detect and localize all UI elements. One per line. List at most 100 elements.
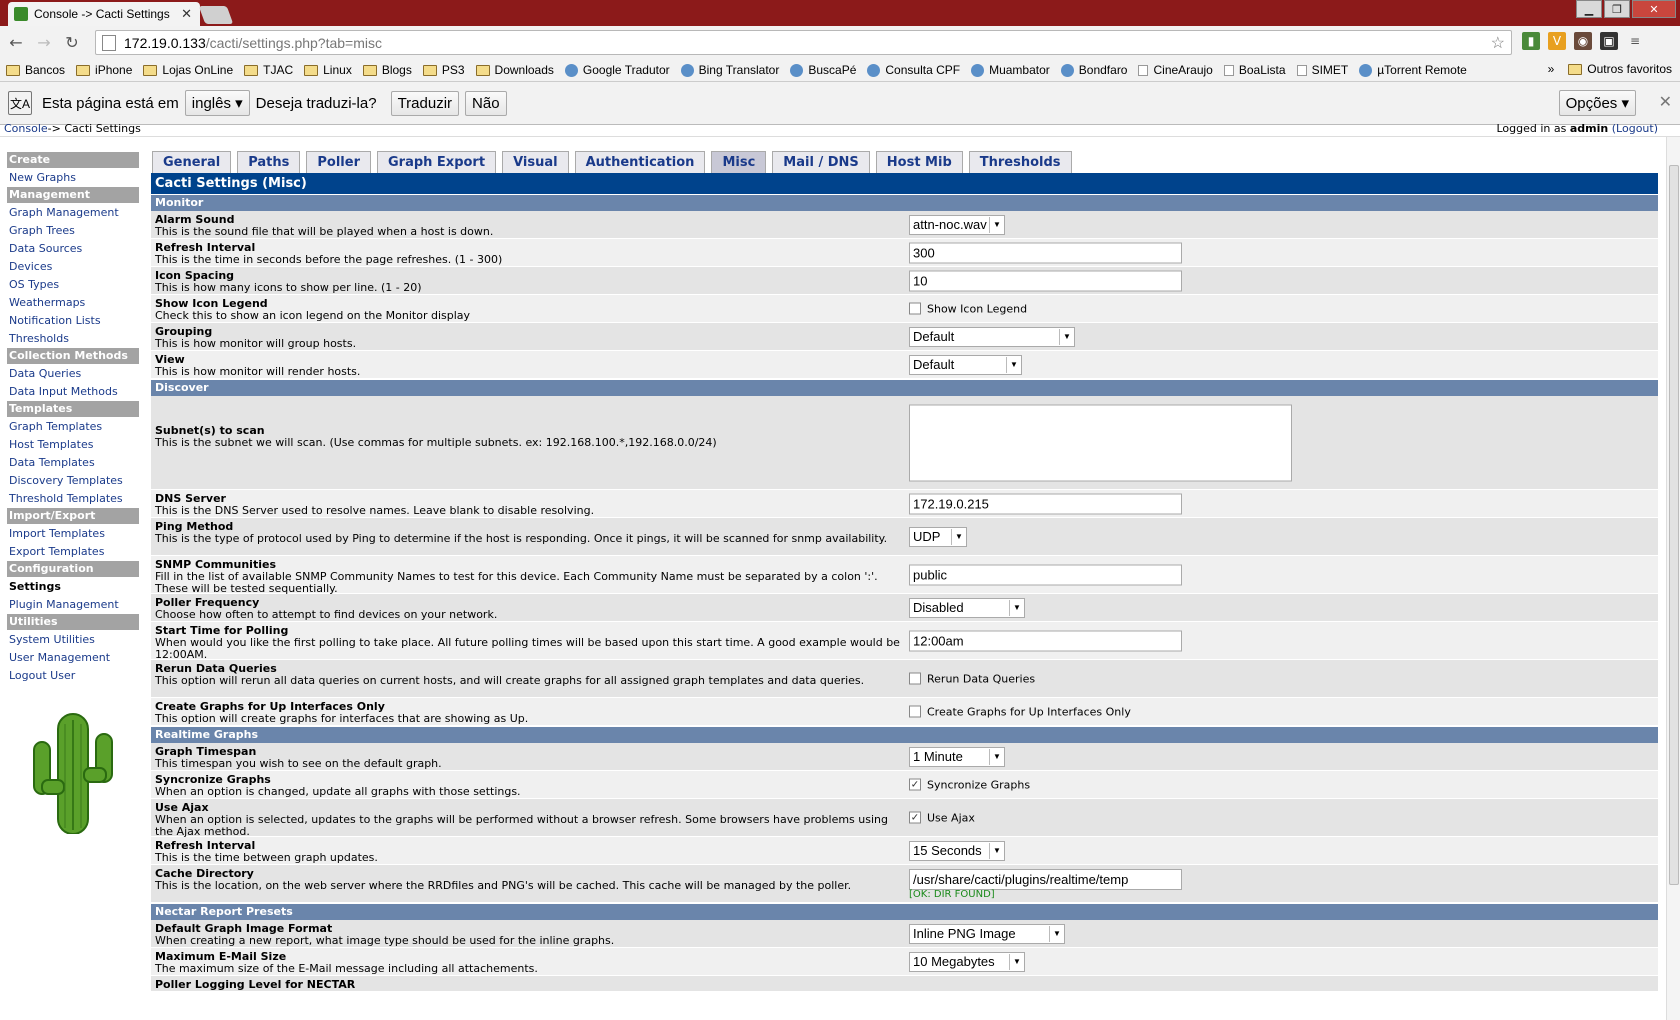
select-dropdown[interactable]: Disabled ▼	[909, 597, 1025, 618]
tab-mail-dns[interactable]: Mail / DNS	[772, 151, 870, 173]
tab-thresholds[interactable]: Thresholds	[968, 151, 1072, 173]
tab-graph-export[interactable]: Graph Export	[376, 151, 497, 173]
more-bookmarks-icon[interactable]: »	[1548, 62, 1555, 76]
bookmark-item[interactable]: Lojas OnLine	[143, 63, 233, 77]
checkbox[interactable]: ✓	[909, 778, 921, 791]
select-dropdown[interactable]: attn-noc.wav ▼	[909, 214, 1005, 235]
text-input[interactable]: 300	[909, 242, 1182, 263]
text-input[interactable]: 172.19.0.215	[909, 493, 1182, 514]
sidebar-item[interactable]: User Management	[7, 649, 139, 667]
tab-visual[interactable]: Visual	[502, 151, 569, 173]
tab-paths[interactable]: Paths	[237, 151, 301, 173]
sidebar-item[interactable]: System Utilities	[7, 631, 139, 649]
bookmark-item[interactable]: Muambator	[971, 63, 1050, 77]
translate-button[interactable]: Traduzir	[390, 90, 460, 116]
address-bar[interactable]: 172.19.0.133/cacti/settings.php?tab=misc…	[95, 30, 1512, 55]
bookmark-item[interactable]: TJAC	[244, 63, 293, 77]
tab-poller[interactable]: Poller	[306, 151, 371, 173]
scrollbar-thumb[interactable]	[1669, 165, 1679, 885]
text-input[interactable]: 10	[909, 270, 1182, 291]
sidebar-item[interactable]: Notification Lists	[7, 312, 139, 330]
bookmark-item[interactable]: CineAraujo	[1138, 63, 1213, 77]
select-dropdown[interactable]: 1 Minute ▼	[909, 746, 1005, 767]
menu-icon[interactable]: ≡	[1626, 32, 1644, 50]
no-translate-button[interactable]: Não	[465, 90, 507, 116]
bookmark-item[interactable]: Linux	[304, 63, 352, 77]
close-translate-icon[interactable]: ✕	[1659, 92, 1672, 112]
sidebar-item[interactable]: Devices	[7, 258, 139, 276]
sidebar-item[interactable]: Logout User	[7, 667, 139, 685]
sidebar-item[interactable]: Plugin Management	[7, 596, 139, 614]
options-button[interactable]: Opções ▾	[1558, 90, 1636, 116]
sidebar-item[interactable]: Import Templates	[7, 525, 139, 543]
window-close-icon[interactable]: ✕	[1632, 0, 1676, 18]
sidebar-item[interactable]: New Graphs	[7, 169, 139, 187]
breadcrumb-console-link[interactable]: Console	[4, 122, 48, 135]
extension-icon[interactable]: ▣	[1600, 32, 1618, 50]
tab-authentication[interactable]: Authentication	[574, 151, 706, 173]
bookmark-item[interactable]: BuscaPé	[790, 63, 856, 77]
checkbox[interactable]	[909, 302, 921, 315]
bookmark-item[interactable]: BoaLista	[1223, 63, 1286, 77]
select-dropdown[interactable]: UDP ▼	[909, 526, 967, 547]
select-dropdown[interactable]: Default ▼	[909, 326, 1075, 347]
select-dropdown[interactable]: 15 Seconds ▼	[909, 840, 1005, 861]
camera-extension-icon[interactable]: ◉	[1574, 32, 1592, 50]
bookmark-item[interactable]: PS3	[422, 63, 465, 77]
sidebar-item[interactable]: Graph Templates	[7, 418, 139, 436]
sidebar-item[interactable]: Weathermaps	[7, 294, 139, 312]
language-select[interactable]: inglês ▾	[184, 90, 250, 116]
scrollbar[interactable]	[1666, 137, 1680, 1020]
checkbox[interactable]	[909, 672, 921, 685]
select-dropdown[interactable]: 10 Megabytes ▼	[909, 951, 1025, 972]
bookmark-item[interactable]: SIMET	[1296, 63, 1348, 77]
bookmark-item[interactable]: Bancos	[6, 63, 65, 77]
sidebar-item[interactable]: Settings	[7, 578, 139, 596]
tab-host-mib[interactable]: Host Mib	[875, 151, 963, 173]
sidebar-item[interactable]: Threshold Templates	[7, 490, 139, 508]
bookmark-item[interactable]: Blogs	[362, 63, 412, 77]
maximize-icon[interactable]: ❐	[1604, 0, 1630, 18]
logout-link[interactable]: (Logout)	[1612, 122, 1658, 135]
extension-icon[interactable]: V	[1548, 32, 1566, 50]
bookmark-item[interactable]: Downloads	[475, 63, 554, 77]
bookmark-item[interactable]: µTorrent Remote	[1359, 63, 1467, 77]
sidebar-item[interactable]: Graph Trees	[7, 222, 139, 240]
tab-misc[interactable]: Misc	[711, 151, 767, 173]
back-icon[interactable]: ←	[4, 31, 28, 55]
reload-icon[interactable]: ↻	[60, 31, 84, 55]
star-icon[interactable]: ☆	[1491, 33, 1505, 53]
bookmark-item[interactable]: iPhone	[76, 63, 132, 77]
sidebar-item[interactable]: Export Templates	[7, 543, 139, 561]
sidebar-item[interactable]: Host Templates	[7, 436, 139, 454]
tab-general[interactable]: General	[152, 151, 232, 173]
sidebar-item[interactable]: Data Queries	[7, 365, 139, 383]
text-input[interactable]: 12:00am	[909, 630, 1182, 651]
sidebar-item[interactable]: Graph Management	[7, 204, 139, 222]
sidebar-item[interactable]: Data Sources	[7, 240, 139, 258]
forward-icon[interactable]: →	[32, 31, 56, 55]
bookmark-item[interactable]: Consulta CPF	[867, 63, 960, 77]
bookmark-item[interactable]: Bing Translator	[680, 63, 779, 77]
textarea-input[interactable]	[909, 404, 1292, 481]
select-dropdown[interactable]: Default ▼	[909, 354, 1022, 375]
new-tab-button[interactable]	[198, 6, 234, 24]
sidebar-item[interactable]: Data Input Methods	[7, 383, 139, 401]
bookmark-item[interactable]: Bondfaro	[1060, 63, 1127, 77]
minimize-icon[interactable]: ▁	[1576, 0, 1602, 18]
text-input[interactable]: /usr/share/cacti/plugins/realtime/temp	[909, 869, 1182, 890]
other-bookmarks[interactable]: » Outros favoritos	[1548, 62, 1672, 76]
checkbox[interactable]: ✓	[909, 811, 921, 824]
text-input[interactable]: public	[909, 564, 1182, 585]
select-dropdown[interactable]: Inline PNG Image ▼	[909, 923, 1065, 944]
chevron-down-icon: ▼	[1049, 925, 1064, 942]
sidebar-item[interactable]: Discovery Templates	[7, 472, 139, 490]
sidebar-item[interactable]: OS Types	[7, 276, 139, 294]
browser-tab[interactable]: Console -> Cacti Settings ✕	[8, 2, 200, 26]
checkbox[interactable]	[909, 705, 921, 718]
bookmark-item[interactable]: Google Tradutor	[564, 63, 670, 77]
close-tab-icon[interactable]: ✕	[181, 6, 192, 22]
sidebar-item[interactable]: Thresholds	[7, 330, 139, 348]
sidebar-item[interactable]: Data Templates	[7, 454, 139, 472]
extension-icon[interactable]: ▮	[1522, 32, 1540, 50]
